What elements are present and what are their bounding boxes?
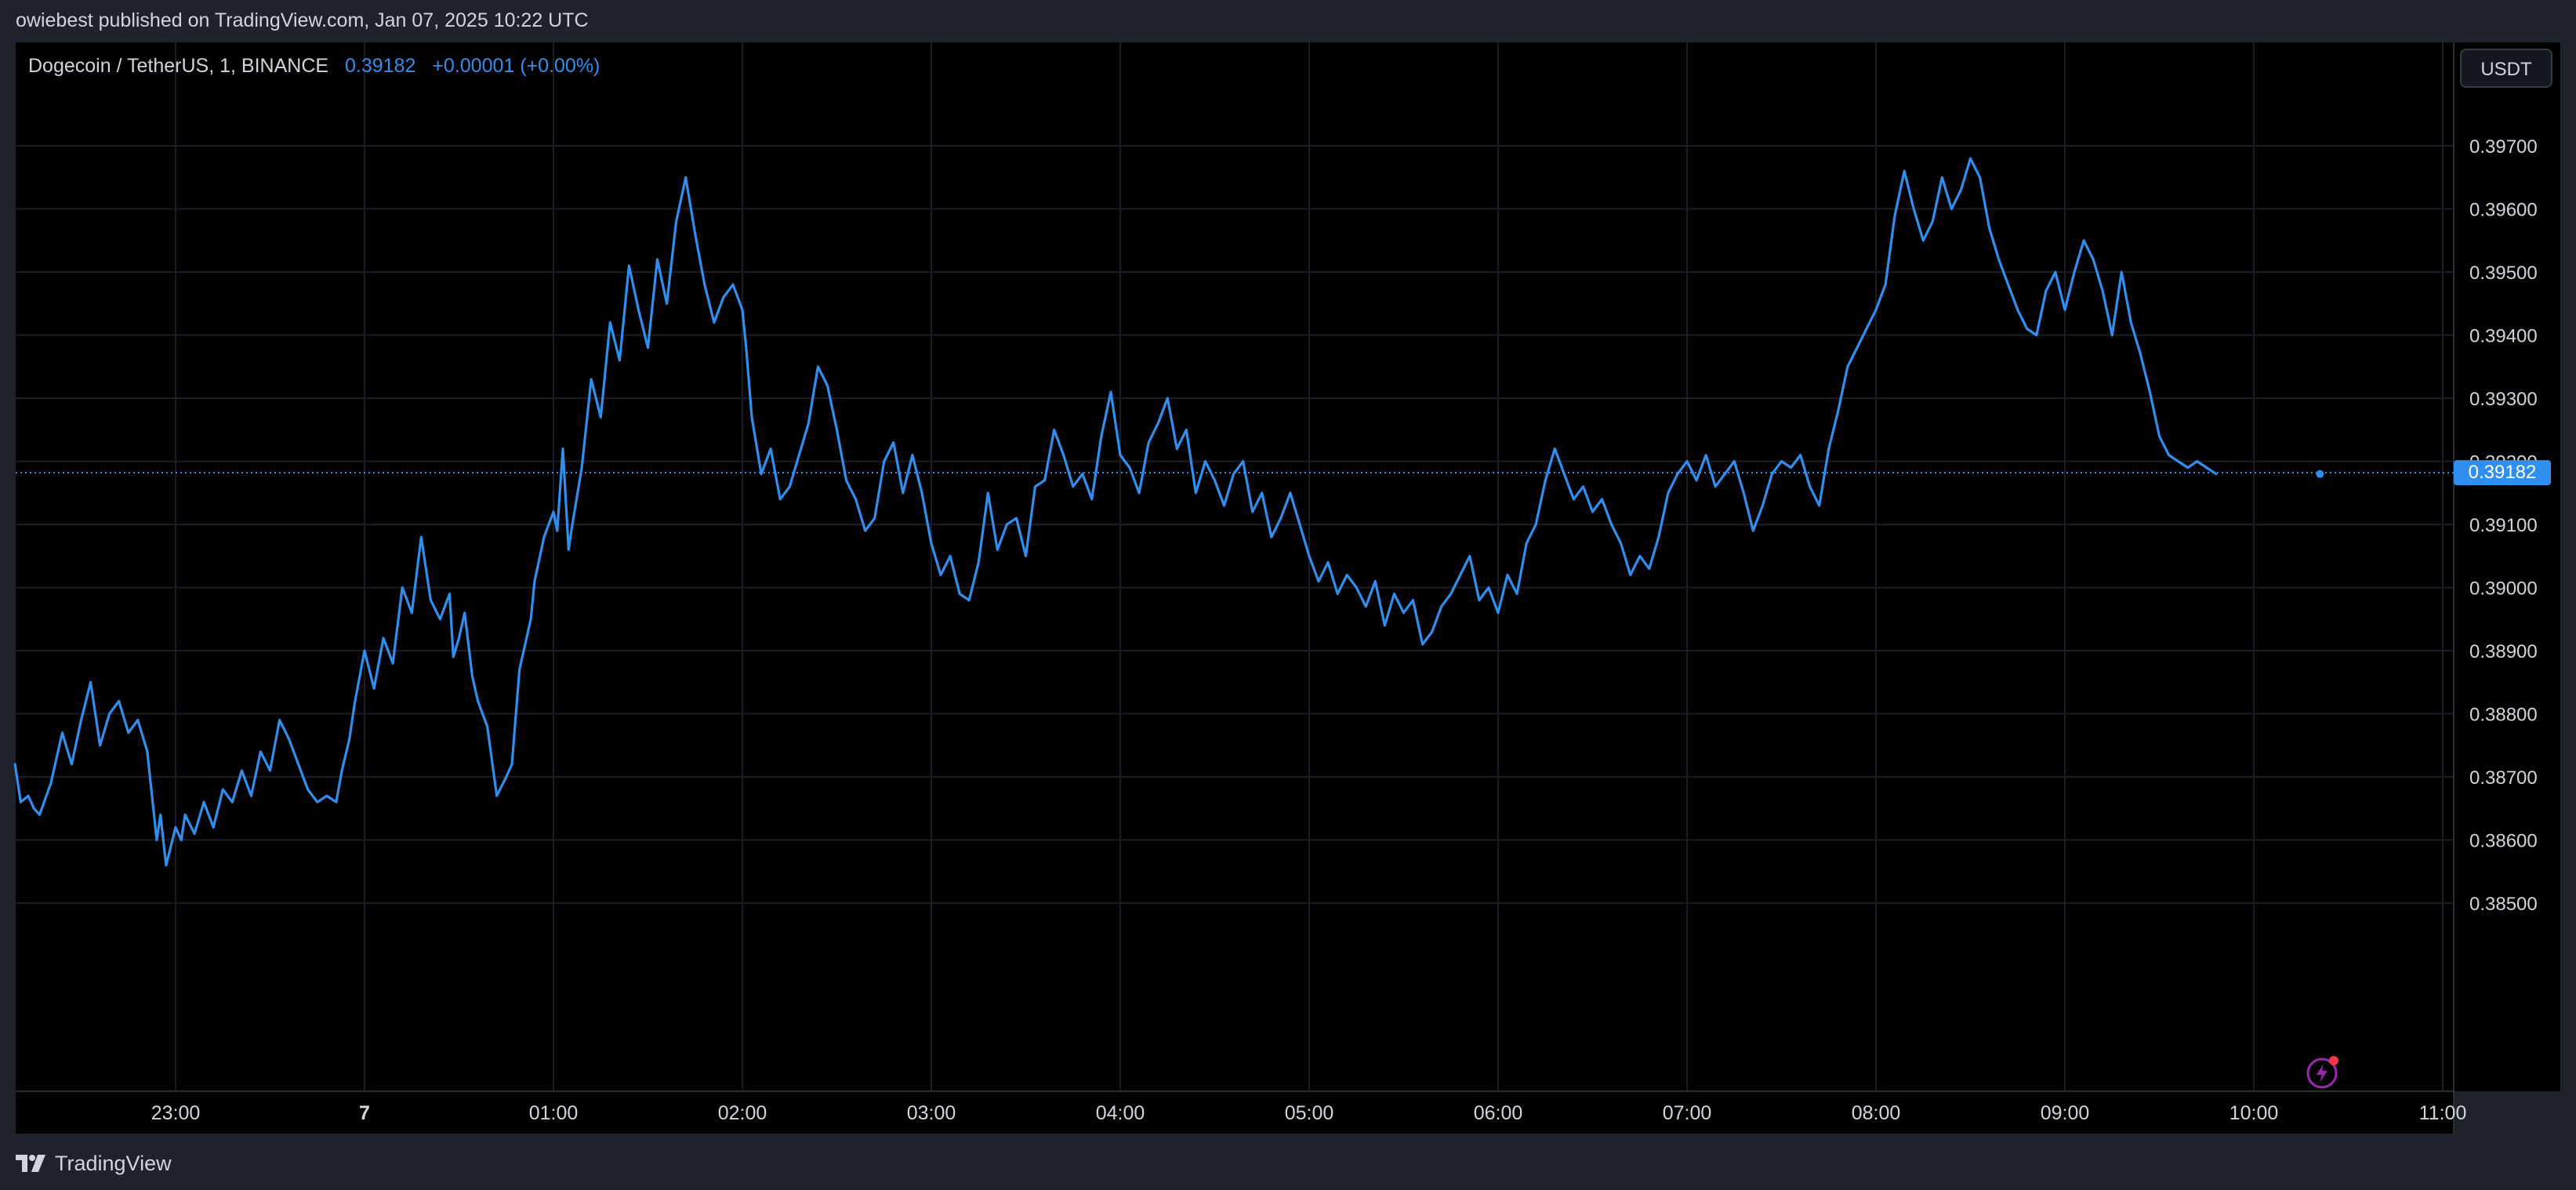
x-tick-label: 03:00 (907, 1102, 956, 1124)
y-tick-label: 0.39600 (2469, 200, 2538, 221)
y-tick-label: 0.38500 (2469, 894, 2538, 915)
y-tick-label: 0.39500 (2469, 263, 2538, 284)
x-tick-label: 07:00 (1663, 1102, 1712, 1124)
x-tick-label: 02:00 (718, 1102, 767, 1124)
x-tick-label: 11:00 (2419, 1102, 2467, 1124)
currency-button[interactable]: USDT (2460, 49, 2552, 88)
legend-symbol[interactable]: Dogecoin / TetherUS, 1, BINANCE (28, 55, 328, 77)
y-tick-label: 0.39400 (2469, 326, 2538, 347)
x-tick-label: 01:00 (529, 1102, 579, 1124)
x-tick-label: 06:00 (1474, 1102, 1523, 1124)
x-tick-label: 04:00 (1096, 1102, 1145, 1124)
x-tick-label: 10:00 (2230, 1102, 2279, 1124)
legend-change: +0.00001 (+0.00%) (432, 55, 600, 77)
y-tick-label: 0.38700 (2469, 767, 2538, 789)
y-tick-label: 0.38600 (2469, 831, 2538, 852)
price-chart[interactable]: 0.38500 0.38600 0.38700 0.38800 0.38900 0.390… (0, 42, 2576, 1134)
legend-price: 0.39182 (345, 55, 416, 77)
y-tick-label: 0.39000 (2469, 579, 2538, 600)
x-tick-label: 09:00 (2041, 1102, 2090, 1124)
footer: TradingView (16, 1146, 172, 1181)
x-tick-label: 08:00 (1852, 1102, 1901, 1124)
footer-brand[interactable]: TradingView (55, 1152, 172, 1176)
tradingview-logo-icon[interactable] (16, 1155, 45, 1172)
x-tick-label: 23:00 (151, 1102, 201, 1124)
chart-frame: 0.38500 0.38600 0.38700 0.38800 0.38900 0.390… (0, 42, 2576, 1134)
symbol-legend: Dogecoin / TetherUS, 1, BINANCE 0.39182 … (28, 55, 600, 78)
x-tick-label: 05:00 (1285, 1102, 1334, 1124)
x-tick-label: 7 (359, 1102, 370, 1124)
last-price-point (2316, 470, 2324, 478)
y-tick-label: 0.38800 (2469, 705, 2538, 726)
y-tick-label: 0.39700 (2469, 136, 2538, 158)
plot-background (16, 42, 2454, 1091)
last-price-badge: 0.39182 (2454, 459, 2551, 485)
y-tick-label: 0.39100 (2469, 515, 2538, 536)
y-tick-label: 0.38900 (2469, 641, 2538, 662)
publisher-line: owiebest published on TradingView.com, J… (16, 9, 589, 31)
lightning-replay-icon[interactable] (2305, 1053, 2342, 1090)
y-tick-label: 0.39300 (2469, 389, 2538, 410)
